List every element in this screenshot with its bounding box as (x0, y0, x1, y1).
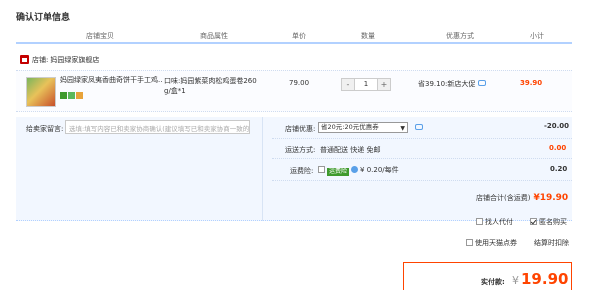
item-subtotal: 39.90 (520, 79, 543, 87)
insurance-tag: 运费险 (327, 168, 350, 176)
shop-total: 店铺合计(含运费) ¥19.90 (476, 193, 568, 203)
qty-decrease-button[interactable]: - (342, 79, 354, 90)
item-attributes: 口味:妈园紫菜肉松鸡蛋卷260 g/盒*1 (164, 76, 264, 96)
insurance-option: 运费险 ¥ 0.20/每件 (318, 165, 399, 176)
credit-card-icon (76, 92, 83, 99)
item-title-link[interactable]: 妈园绿家凤夷香曲奇饼干手工鸡... (60, 76, 163, 85)
shop-total-value: ¥19.90 (533, 193, 569, 203)
col-header-promo: 优惠方式 (446, 32, 474, 40)
coupon-info-icon[interactable] (415, 124, 423, 130)
page-title: 确认订单信息 (16, 13, 71, 23)
shop-row: 店铺: 妈园绿家旗舰店 (20, 55, 99, 65)
insurance-label: 运费险: (290, 167, 314, 175)
promo-text: 省39.10:新店大促 (418, 80, 476, 88)
shop-total-label: 店铺合计(含运费) (476, 194, 531, 202)
divider (272, 138, 572, 139)
col-header-attr: 商品属性 (200, 32, 228, 40)
coupon-select[interactable]: 省20元:20元优惠券 ▼ (318, 122, 408, 133)
item-badges (60, 92, 84, 100)
attr-line-2: g/盒*1 (164, 87, 186, 95)
promo-info: 省39.10:新店大促 (418, 79, 487, 89)
insurance-checkbox[interactable] (318, 166, 325, 173)
coupon-label: 店铺优惠: (285, 125, 316, 133)
item-price: 79.00 (289, 79, 310, 87)
table-header: 店铺宝贝 商品属性 单价 数量 优惠方式 小计 (16, 27, 572, 44)
col-header-qty: 数量 (361, 32, 375, 40)
shipping-value: 0.00 (549, 144, 567, 152)
guarantee-icon (68, 92, 75, 99)
insurance-desc: ¥ 0.20/每件 (360, 166, 399, 174)
divider (262, 117, 263, 221)
final-amount: ¥19.90 (512, 270, 568, 288)
message-label: 给卖家留言: (26, 125, 64, 133)
qty-input[interactable]: 1 (354, 79, 378, 90)
chat-icon[interactable] (478, 80, 487, 86)
info-icon[interactable] (351, 166, 359, 173)
shop-name-link[interactable]: 妈园绿家旗舰店 (50, 56, 99, 64)
divider (272, 180, 572, 181)
points-note: 结算时扣除 (534, 239, 569, 247)
shipping-desc: 普通配送 快递 免邮 (320, 146, 381, 154)
tmall-points-label: 使用天猫点券 (475, 239, 517, 247)
pay-for-me-checkbox[interactable] (476, 218, 483, 225)
divider (272, 158, 572, 159)
service-7day-icon (60, 92, 67, 99)
insurance-value: 0.20 (550, 165, 568, 173)
chevron-down-icon: ▼ (400, 125, 405, 132)
anonymous-label: 匿名购买 (539, 218, 567, 226)
shipping-label: 运送方式: (285, 146, 316, 154)
final-label: 实付款: (481, 278, 505, 286)
coupon-value: -20.00 (544, 122, 570, 130)
pay-for-me-label: 找人代付 (485, 218, 513, 226)
shop-label: 店铺: (32, 56, 49, 64)
shop-icon (20, 55, 29, 64)
qty-increase-button[interactable]: + (378, 79, 390, 90)
final-amount-value: 19.90 (521, 270, 569, 288)
attr-line-1: 口味:妈园紫菜肉松鸡蛋卷260 (164, 77, 257, 85)
quantity-stepper: - 1 + (341, 78, 391, 91)
col-header-subtotal: 小计 (530, 32, 544, 40)
tmall-points-checkbox[interactable] (466, 239, 473, 246)
coupon-selected-value: 省20元:20元优惠券 (321, 123, 379, 131)
product-thumbnail[interactable] (26, 77, 56, 107)
anonymous-checkbox[interactable] (530, 218, 537, 225)
currency-symbol: ¥ (512, 274, 519, 287)
anonymous-option[interactable]: 匿名购买 (530, 217, 567, 227)
tmall-points-option[interactable]: 使用天猫点券 (466, 238, 517, 248)
col-header-price: 单价 (292, 32, 306, 40)
pay-for-me-option[interactable]: 找人代付 (476, 217, 513, 227)
col-header-item: 店铺宝贝 (86, 32, 114, 40)
seller-message-input[interactable]: 选填:填写内容已和卖家协商确认(建议填写已和卖家协商一致的内容) (65, 120, 250, 134)
